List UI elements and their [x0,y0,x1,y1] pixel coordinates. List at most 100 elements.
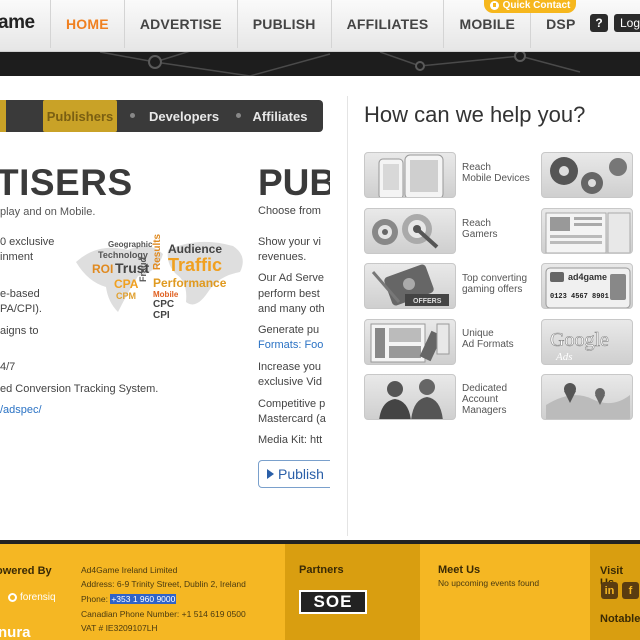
svg-text:0123 4567 8901: 0123 4567 8901 [550,293,609,301]
publishers-text: Show your vi [258,236,321,248]
publishers-text: revenues. [258,251,307,263]
company-name: Ad4Game Ireland Limited [81,565,178,575]
advertisers-text: 0 exclusive [0,236,55,248]
publishers-title: PUB [258,162,330,203]
account-managers-icon[interactable] [364,374,456,420]
word-cloud-word: Results [152,233,163,270]
tab-publishers[interactable]: Publishers [43,100,117,132]
word-cloud-word: CPM [116,291,136,301]
publish-button[interactable]: Publish [258,460,330,488]
nav-advertise[interactable]: ADVERTISE [123,0,237,48]
svg-text:OFFERS: OFFERS [413,298,442,305]
tile-label: Dedicated Account Managers [462,383,508,416]
adspec-link[interactable]: /adspec/ [0,404,42,416]
mobile-devices-icon[interactable] [364,152,456,198]
tab-advertisers-edge[interactable] [0,100,6,132]
top-header: ame HOME ADVERTISE PUBLISH AFFILIATES MO… [0,0,640,52]
publishers-subtitle: Choose from [258,205,321,217]
forensiq-logo[interactable]: forensiq [8,592,56,603]
publishers-text: and many oth [258,303,325,315]
svg-text:ad4game: ad4game [568,272,607,282]
play-icon [267,469,274,479]
tile-label: Reach Gamers [462,218,498,240]
svg-text:Ads: Ads [555,351,573,363]
word-cloud-word: Mobile [153,290,179,299]
ad4game-card-icon[interactable]: ad4game 0123 4567 8901 [541,263,633,309]
network-banner-strip [0,52,640,76]
publishers-text: Competitive p [258,398,326,410]
media-kit-text[interactable]: Media Kit: htt [258,434,322,446]
ad-formats-icon[interactable] [364,319,456,365]
word-cloud-word: Geographic [108,240,153,249]
publishers-text: Generate pu [258,324,320,336]
nav-affiliates[interactable]: AFFILIATES [330,0,444,48]
svg-text:Google: Google [550,329,609,351]
vat-number: VAT # IE3209107LH [81,623,158,633]
login-button[interactable]: Log [614,14,640,32]
audience-tabs: Publishers Developers Affiliates [0,100,323,132]
tile-label: Reach Mobile Devices [462,162,530,184]
advertisers-subtitle: play and on Mobile. [0,206,96,218]
quick-contact-button[interactable]: Quick Contact [484,0,576,13]
advertisers-text: inment [0,251,34,263]
publishers-text: Increase you [258,361,321,373]
column-divider [347,96,348,536]
publish-button-label: Publish [278,466,324,482]
linkedin-icon[interactable]: in [601,582,618,599]
notable-heading: Notable [600,613,640,625]
tab-affiliates[interactable]: Affiliates [248,100,312,132]
advertisers-text: ed Conversion Tracking System. [0,383,159,395]
advertisers-text: PA/CPI). [0,303,42,315]
tile-label: Unique Ad Formats [462,328,514,350]
help-button[interactable]: ? [590,14,608,32]
no-events-text: No upcoming events found [438,578,540,588]
word-cloud-word: Fraud [138,256,148,282]
company-address: Address: 6-9 Trinity Street, Dublin 2, I… [81,579,246,589]
nav-home[interactable]: HOME [50,0,124,48]
word-cloud-word: CPI [153,310,170,321]
tab-separator [130,113,135,118]
advertisers-text: aigns to [0,325,39,337]
publishers-text: Mastercard (a [258,413,326,425]
forensiq-icon [8,593,17,602]
network-lines-graphic [99,52,581,76]
canadian-phone: Canadian Phone Number: +1 514 619 0500 [81,609,246,619]
quick-contact-label: Quick Contact [502,0,571,11]
tab-content-panel: TISERS play and on Mobile. 0 exclusive i… [0,132,330,536]
google-ads-icon[interactable]: Google Ads [541,319,633,365]
offers-tag-icon[interactable]: OFFERS [364,263,456,309]
soe-partner-logo[interactable]: SOE [299,590,367,614]
word-cloud-word: Traffic [168,255,223,275]
gamers-target-icon[interactable] [364,208,456,254]
advertisers-text: e-based [0,288,40,300]
publishers-text: exclusive Vid [258,376,322,388]
powered-by-heading: owered By [0,565,52,577]
word-cloud-word: Performance [153,276,227,290]
nura-logo[interactable]: nura [0,624,31,640]
tab-developers[interactable]: Developers [143,100,225,132]
help-title: How can we help you? [364,102,586,127]
nav-publish[interactable]: PUBLISH [236,0,331,48]
formats-link[interactable]: Formats: Foo [258,339,323,351]
document-icon[interactable] [541,208,633,254]
publishers-text: Our Ad Serve [258,272,325,284]
facebook-icon[interactable]: f [622,582,639,599]
info-icon [489,0,499,10]
site-logo[interactable]: ame [0,12,35,34]
meet-us-heading: Meet Us [438,564,481,576]
word-cloud-word: CPC [153,299,175,310]
partners-heading: Partners [299,564,344,576]
tab-separator [236,113,241,118]
word-cloud-word: Audience [168,242,223,256]
company-phone: Phone: +353 1 960 9000 [81,594,177,604]
advertisers-title: TISERS [0,162,133,203]
tile-label: Top converting gaming offers [462,273,528,295]
word-cloud-word: CPA [114,277,139,291]
page: ame HOME ADVERTISE PUBLISH AFFILIATES MO… [0,0,640,640]
publishers-text: perform best [258,288,320,300]
phone-number-selected[interactable]: +353 1 960 9000 [110,594,177,604]
gears-icon[interactable] [541,152,633,198]
word-cloud-word: ROI [92,262,114,276]
map-pins-icon[interactable] [541,374,633,420]
advertisers-text: 4/7 [0,361,16,373]
